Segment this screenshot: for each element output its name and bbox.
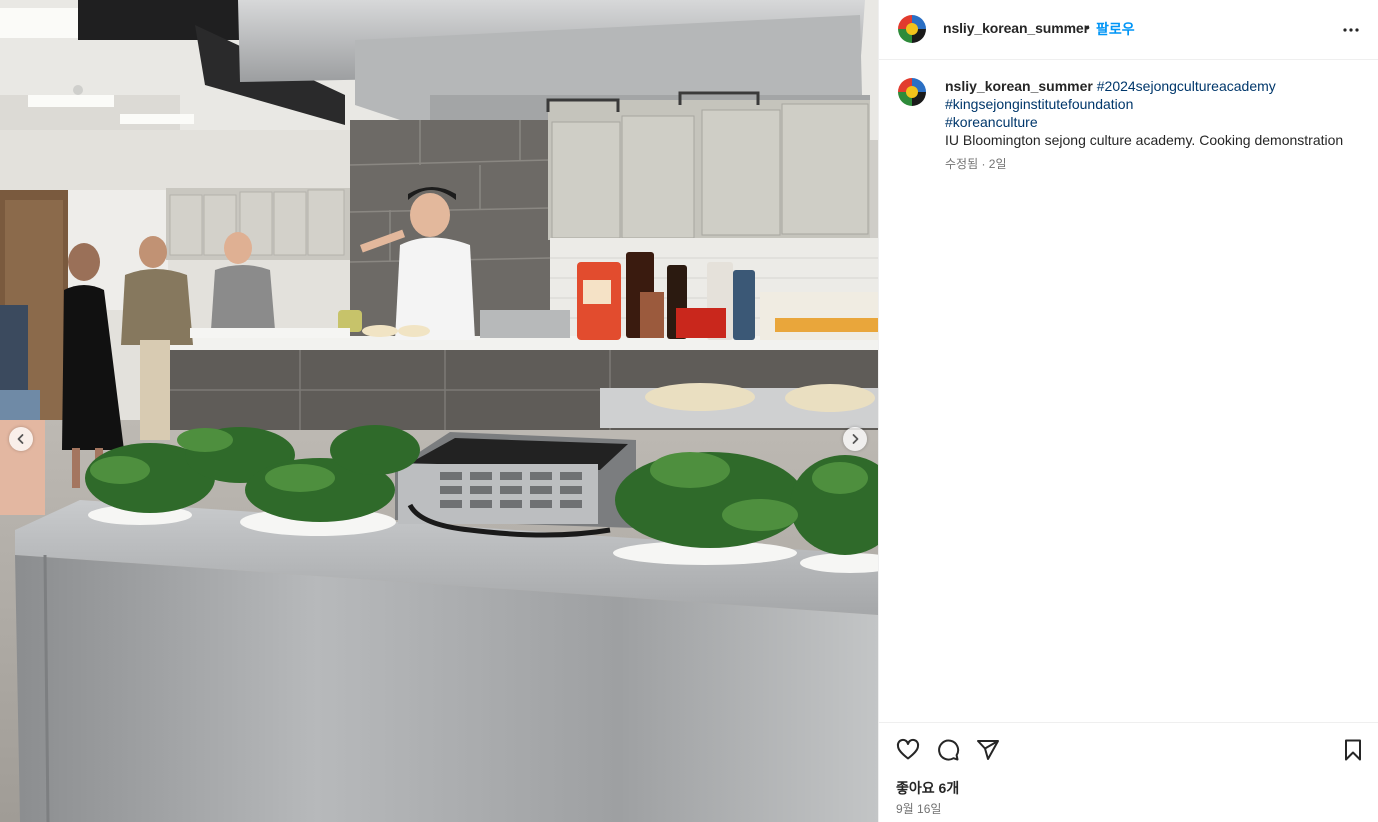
separator-dot: • bbox=[1085, 19, 1090, 35]
post-header: nsliy_korean_summer • 팔로우 bbox=[879, 0, 1378, 60]
post-caption: nsliy_korean_summer #2024sejongcultureac… bbox=[945, 77, 1365, 149]
save-button[interactable] bbox=[1341, 738, 1365, 762]
hashtag-link[interactable]: #2024sejongcultureacademy bbox=[1097, 78, 1276, 94]
post-actions-bar: 좋아요 6개 9월 16일 bbox=[879, 722, 1378, 822]
post-photo bbox=[0, 0, 878, 822]
heart-icon bbox=[896, 738, 920, 760]
post-media[interactable] bbox=[0, 0, 878, 822]
caption-edited-timestamp: 수정됨 · 2일 bbox=[945, 157, 1007, 171]
caption-username[interactable]: nsliy_korean_summer bbox=[945, 78, 1093, 94]
more-horizontal-icon bbox=[1343, 28, 1359, 32]
profile-logo-icon bbox=[896, 76, 928, 108]
like-button[interactable] bbox=[896, 738, 920, 762]
next-image-button[interactable] bbox=[843, 427, 867, 451]
more-options-button[interactable] bbox=[1341, 20, 1361, 40]
profile-logo-icon bbox=[896, 13, 928, 45]
hashtag-link[interactable]: #kingsejonginstitutefoundation bbox=[945, 96, 1133, 112]
bookmark-icon bbox=[1345, 739, 1361, 761]
previous-image-button[interactable] bbox=[9, 427, 33, 451]
comment-button[interactable] bbox=[936, 738, 960, 762]
post-date[interactable]: 9월 16일 bbox=[896, 800, 941, 817]
post-details-panel: nsliy_korean_summer • 팔로우 nsliy_korean_s… bbox=[878, 0, 1378, 822]
chevron-right-icon bbox=[852, 434, 859, 444]
chevron-left-icon bbox=[17, 434, 24, 444]
likes-count[interactable]: 좋아요 6개 bbox=[896, 778, 959, 798]
follow-button[interactable]: 팔로우 bbox=[1096, 19, 1135, 39]
comment-bubble-icon bbox=[938, 739, 960, 761]
caption-avatar[interactable] bbox=[896, 76, 928, 108]
avatar[interactable] bbox=[896, 13, 928, 45]
paper-plane-icon bbox=[977, 740, 999, 760]
hashtag-link[interactable]: #koreanculture bbox=[945, 114, 1038, 130]
caption-text: IU Bloomington sejong culture academy. C… bbox=[945, 132, 1344, 148]
share-button[interactable] bbox=[976, 738, 1000, 762]
header-username[interactable]: nsliy_korean_summer bbox=[943, 20, 1089, 36]
